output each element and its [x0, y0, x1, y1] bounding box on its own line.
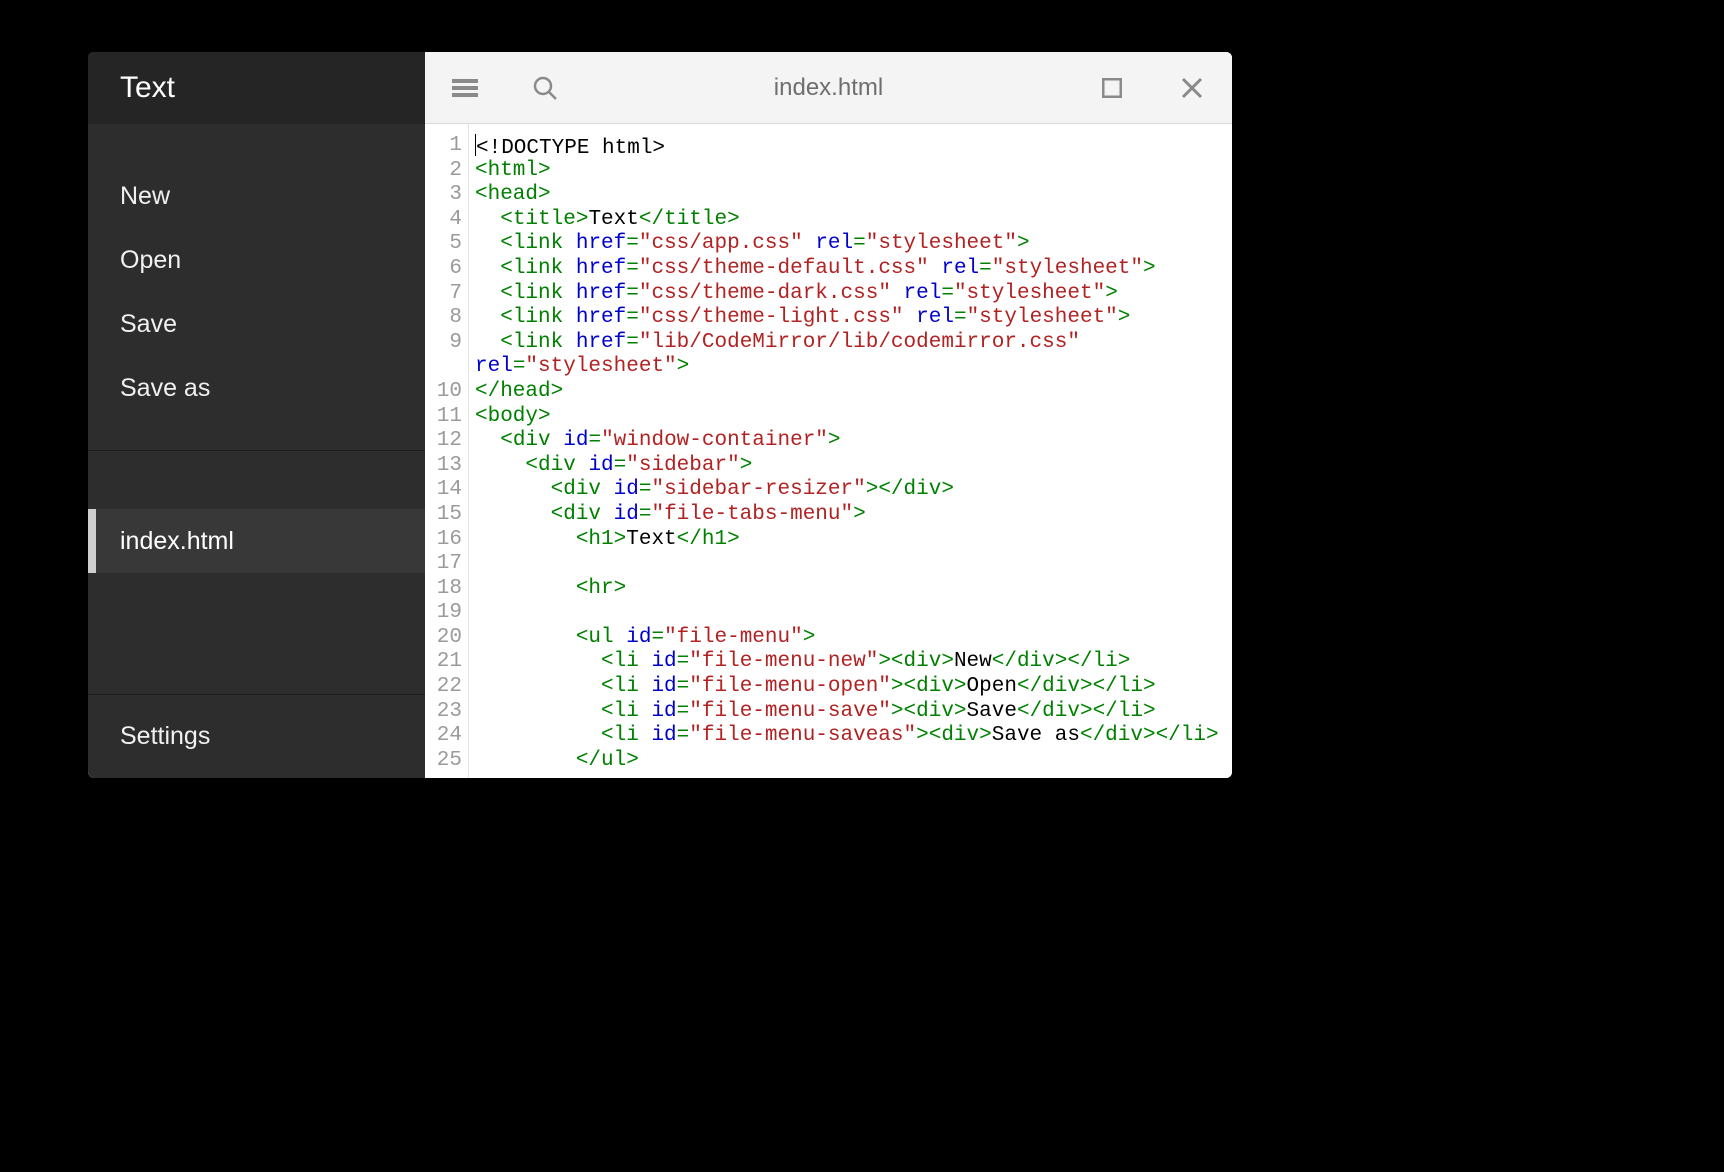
app-title: Text	[88, 52, 425, 124]
file-tabs: index.html	[88, 450, 425, 694]
file-menu-new[interactable]: New	[88, 164, 425, 228]
search-icon[interactable]	[505, 52, 585, 124]
maximize-icon[interactable]	[1072, 52, 1152, 124]
toolbar: index.html	[425, 52, 1232, 124]
line-gutter: 1234567891011121314151617181920212223242…	[425, 124, 469, 778]
main-pane: index.html 12345678910111213141516171819…	[425, 52, 1232, 778]
settings-button[interactable]: Settings	[88, 694, 425, 778]
app-window: Text New Open Save Save as index.html Se…	[88, 52, 1232, 778]
sidebar: Text New Open Save Save as index.html Se…	[88, 52, 425, 778]
file-tab-active[interactable]: index.html	[88, 509, 425, 573]
file-menu-save[interactable]: Save	[88, 292, 425, 356]
code-editor[interactable]: 1234567891011121314151617181920212223242…	[425, 124, 1232, 778]
file-menu-open[interactable]: Open	[88, 228, 425, 292]
file-menu-save-as[interactable]: Save as	[88, 356, 425, 420]
file-menu: New Open Save Save as	[88, 124, 425, 450]
code-content[interactable]: <!DOCTYPE html><html><head> <title>Text<…	[469, 124, 1232, 778]
close-icon[interactable]	[1152, 52, 1232, 124]
menu-icon[interactable]	[425, 52, 505, 124]
